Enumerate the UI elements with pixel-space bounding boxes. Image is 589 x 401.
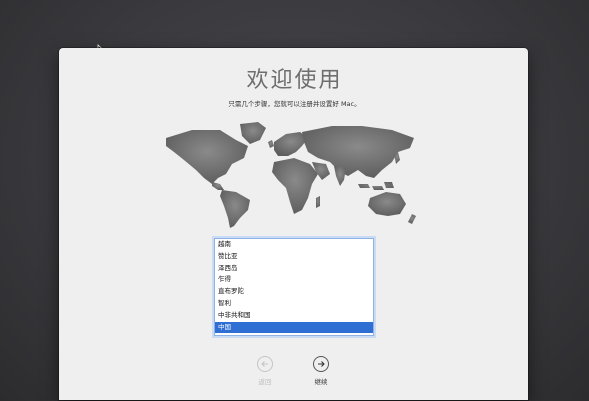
list-item[interactable]: 智利 xyxy=(215,298,373,310)
list-item[interactable]: 赞比亚 xyxy=(215,251,373,263)
world-map-image xyxy=(166,122,416,228)
list-item-selected[interactable]: 中国 xyxy=(215,321,373,334)
list-item[interactable]: 乍得 xyxy=(215,274,373,286)
continue-button-label: 继续 xyxy=(314,378,328,386)
arrow-right-circle-icon xyxy=(318,361,325,367)
welcome-title: 欢迎使用 xyxy=(246,68,343,93)
list-item[interactable]: 越南 xyxy=(215,239,373,251)
continue-button[interactable]: 继续 xyxy=(306,356,336,386)
country-list[interactable]: 越南 赞比亚 泽西岛 乍得 直布罗陀 智利 中非共和国 中国 xyxy=(214,238,374,336)
welcome-subtitle: 只需几个步骤，您就可以注册并设置好 Mac。 xyxy=(228,100,361,108)
back-button[interactable]: 返回 xyxy=(250,356,280,386)
arrow-left-circle-icon xyxy=(261,361,268,367)
list-item[interactable]: 直布罗陀 xyxy=(215,286,373,298)
back-button-label: 返回 xyxy=(258,378,272,386)
list-item[interactable]: 泽西岛 xyxy=(215,263,373,275)
list-item[interactable]: 中非共和国 xyxy=(215,310,373,322)
